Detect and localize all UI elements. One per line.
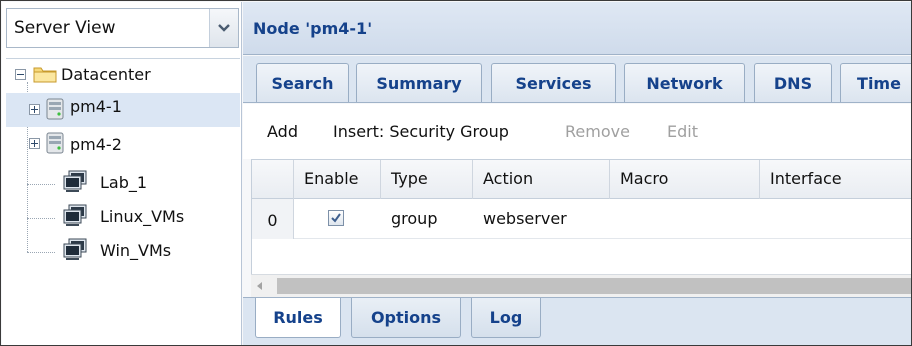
tab-options[interactable]: Options [351, 298, 461, 338]
grid-header: Enable Type Action Macro Interface [252, 159, 911, 199]
tree-item-linux-vms[interactable]: Linux_VMs [6, 199, 240, 233]
column-header-rownum [252, 160, 294, 199]
tab-rules[interactable]: Rules [255, 298, 341, 338]
view-selector[interactable]: Server View [6, 8, 239, 48]
interface-cell [760, 199, 910, 239]
tree-item-label: Win_VMs [100, 241, 172, 260]
pool-icon [62, 204, 88, 232]
scroll-left-icon[interactable] [257, 282, 262, 290]
scrollbar-thumb[interactable] [277, 278, 911, 294]
server-node-icon [44, 97, 66, 125]
tab-services[interactable]: Services [491, 63, 616, 102]
column-header-action[interactable]: Action [473, 160, 610, 199]
collapse-icon[interactable] [15, 69, 26, 80]
column-header-enable[interactable]: Enable [294, 160, 381, 199]
content-panel: Node 'pm4-1' Search Summary Services Net… [243, 2, 911, 345]
tab-label: Log [489, 308, 523, 327]
tree-item-label: Lab_1 [100, 173, 148, 192]
action-cell: webserver [483, 209, 567, 228]
type-cell: group [391, 209, 438, 228]
tree-item-win-vms[interactable]: Win_VMs [6, 233, 240, 267]
tab-time[interactable]: Time [840, 63, 911, 102]
panel-header: Node 'pm4-1' [243, 2, 911, 55]
folder-icon [33, 64, 57, 88]
macro-cell [610, 199, 760, 239]
expand-icon[interactable] [29, 104, 40, 115]
remove-button[interactable]: Remove [565, 122, 630, 141]
expand-icon[interactable] [29, 138, 40, 149]
insert-security-group-button[interactable]: Insert: Security Group [333, 122, 509, 141]
tab-label: Rules [273, 308, 323, 327]
column-header-interface[interactable]: Interface [760, 160, 911, 199]
resource-tree: Datacenter pm4-1 pm4-2 Lab_1 Linux_VMs W… [6, 58, 240, 344]
tab-label: Summary [376, 74, 462, 93]
tab-dns[interactable]: DNS [754, 63, 832, 102]
firewall-toolbar: Add Insert: Security Group Remove Edit [243, 104, 911, 159]
tab-label: Search [271, 74, 334, 93]
tree-item-pm4-2[interactable]: pm4-2 [6, 127, 240, 161]
tab-label: DNS [773, 74, 813, 93]
rules-grid: Enable Type Action Macro Interface 0 gro… [251, 159, 911, 274]
tree-item-lab-1[interactable]: Lab_1 [6, 165, 240, 199]
tab-label: Network [646, 74, 723, 93]
edit-button[interactable]: Edit [667, 122, 698, 141]
column-header-type[interactable]: Type [381, 160, 473, 199]
column-header-macro[interactable]: Macro [610, 160, 760, 199]
tree-item-label: Datacenter [61, 65, 151, 84]
tree-item-datacenter[interactable]: Datacenter [6, 59, 240, 93]
tab-summary[interactable]: Summary [356, 63, 482, 102]
resource-tree-panel: Server View Datacenter pm4-1 pm4-2 Lab_1… [2, 2, 242, 345]
node-tabs: Search Summary Services Network DNS Time [243, 56, 911, 103]
tab-label: Time [857, 74, 901, 93]
tab-label: Options [370, 308, 442, 327]
horizontal-scrollbar[interactable] [251, 274, 911, 297]
tree-item-label: pm4-1 [70, 97, 122, 116]
add-button[interactable]: Add [267, 122, 298, 141]
tab-log[interactable]: Log [471, 298, 541, 338]
firewall-tabs: Rules Options Log [243, 297, 911, 345]
pool-icon [62, 170, 88, 198]
app-window: Server View Datacenter pm4-1 pm4-2 Lab_1… [0, 0, 912, 346]
table-row[interactable]: 0 group webserver [252, 199, 911, 239]
view-selector-value: Server View [14, 18, 116, 38]
tab-network[interactable]: Network [624, 63, 745, 102]
tree-item-label: pm4-2 [70, 135, 122, 154]
row-number: 0 [252, 199, 294, 239]
server-node-icon [44, 131, 66, 159]
tab-search[interactable]: Search [256, 63, 349, 102]
page-title: Node 'pm4-1' [253, 19, 373, 38]
chevron-down-icon[interactable] [209, 9, 238, 47]
enable-checkbox[interactable] [328, 210, 344, 226]
tree-item-pm4-1[interactable]: pm4-1 [6, 93, 240, 127]
pool-icon [62, 238, 88, 266]
tree-item-label: Linux_VMs [100, 207, 185, 226]
tab-label: Services [515, 74, 592, 93]
